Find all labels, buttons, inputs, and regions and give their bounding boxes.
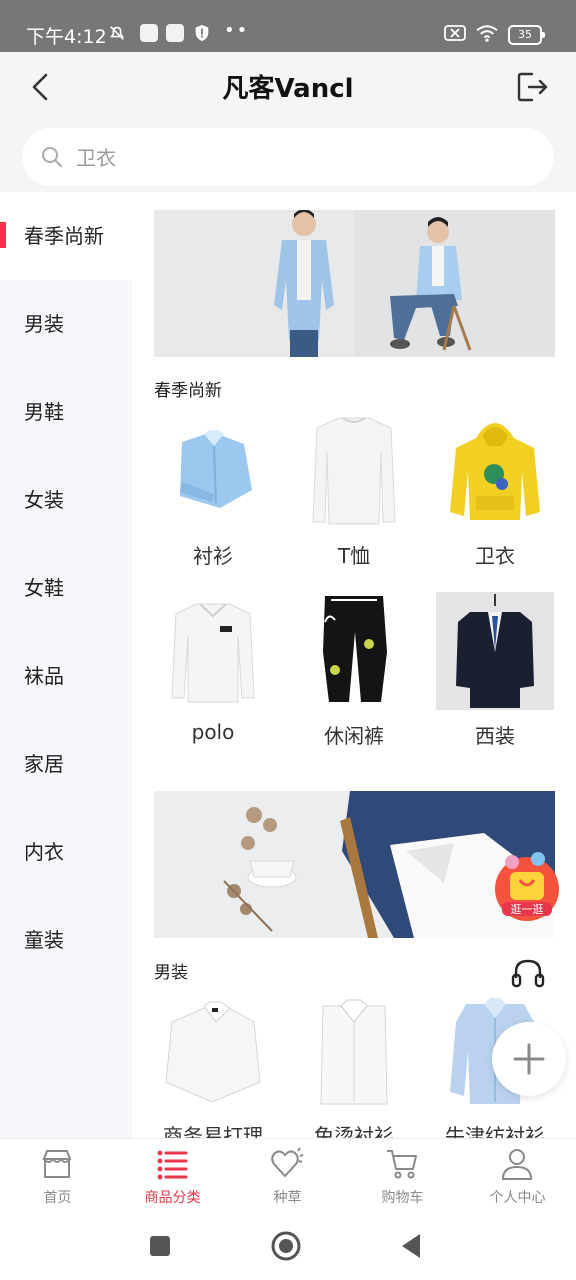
product-image (171, 603, 255, 703)
product-item[interactable]: 西装 (436, 592, 554, 752)
battery-icon: 35 (508, 25, 545, 45)
product-label: T恤 (337, 544, 371, 568)
product-item[interactable]: 卫衣 (436, 412, 554, 572)
product-image (323, 596, 387, 702)
shield-icon (195, 24, 209, 42)
add-button[interactable] (492, 1022, 566, 1096)
more-dots-icon: •• (224, 20, 250, 41)
nav-item-cart[interactable]: 购物车 (345, 1139, 460, 1217)
sidebar-item-socks[interactable]: 袜品 (0, 632, 132, 720)
section-title: 春季尚新 (154, 381, 222, 401)
bottom-nav: 首页 商品分类 种草 购物车 个人中心 (0, 1138, 576, 1217)
product-item[interactable]: 休闲裤 (295, 592, 413, 752)
product-image (165, 1001, 261, 1103)
nav-label: 种草 (273, 1190, 302, 1206)
nav-item-categories[interactable]: 商品分类 (115, 1139, 230, 1217)
product-image (320, 999, 388, 1105)
spring-banner[interactable] (154, 210, 555, 357)
notification-icon (140, 24, 158, 42)
mute-icon (110, 26, 124, 40)
status-bar: 下午4:12 •• 35 (0, 0, 576, 52)
search-bar[interactable] (22, 128, 554, 186)
nav-label: 购物车 (381, 1190, 424, 1206)
product-label: polo (191, 720, 235, 744)
product-label: 商务易打理 (163, 1124, 263, 1138)
headset-icon[interactable] (510, 958, 546, 990)
status-time: 下午4:12 (26, 26, 107, 48)
product-label: 免烫衬衫 (314, 1124, 394, 1138)
shopping-bag-icon: 逛一逛 (495, 852, 559, 921)
sidebar-item-womens-shoes[interactable]: 女鞋 (0, 544, 132, 632)
battery-level: 35 (518, 28, 532, 41)
product-label: 牛津纺衬衫 (445, 1124, 545, 1138)
person-icon (501, 1149, 533, 1180)
nav-item-home[interactable]: 首页 (0, 1139, 115, 1217)
sidebar-item-womenswear[interactable]: 女装 (0, 456, 132, 544)
category-sidebar: 春季尚新 男装 男鞋 女装 女鞋 袜品 家居 内衣 童装 (0, 192, 132, 1138)
page-title: 凡客Vancl (222, 74, 354, 104)
nav-item-profile[interactable]: 个人中心 (460, 1139, 575, 1217)
search-icon (42, 147, 62, 167)
nav-label: 首页 (43, 1190, 72, 1206)
product-item[interactable]: 免烫衬衫 (295, 992, 413, 1138)
wifi-icon (476, 25, 498, 42)
nav-label: 个人中心 (489, 1190, 546, 1206)
sidebar-item-menswear[interactable]: 男装 (0, 280, 132, 368)
badge-label: 逛一逛 (511, 903, 544, 916)
home-icon[interactable] (270, 1230, 302, 1262)
sim-disabled-icon (444, 25, 466, 41)
product-image (312, 417, 396, 525)
exit-icon[interactable] (516, 70, 550, 104)
list-icon (157, 1150, 188, 1180)
product-item[interactable]: 商务易打理 (154, 992, 272, 1138)
recent-apps-icon[interactable] (148, 1234, 172, 1258)
section-title: 男装 (154, 963, 188, 983)
product-image (180, 430, 252, 508)
product-item[interactable]: T恤 (295, 412, 413, 572)
search-input[interactable] (74, 140, 528, 176)
product-item[interactable]: polo (154, 592, 272, 752)
sidebar-item-spring-new[interactable]: 春季尚新 (0, 192, 132, 280)
notification-icon (166, 24, 184, 42)
heart-icon (271, 1147, 304, 1178)
product-image (436, 592, 554, 710)
app-header: 凡客Vancl (0, 52, 576, 192)
category-content: 春季尚新 衬衫 T恤 卫衣 polo 休闲裤 西装 男装 商务易打理 免烫衬衫 … (132, 192, 576, 1138)
product-label: 休闲裤 (324, 724, 384, 748)
product-label: 卫衣 (475, 544, 515, 568)
product-label: 衬衫 (193, 544, 233, 568)
product-item[interactable]: 衬衫 (154, 412, 272, 572)
sidebar-item-mens-shoes[interactable]: 男鞋 (0, 368, 132, 456)
browse-badge[interactable]: 逛一逛 (492, 852, 562, 922)
back-nav-icon[interactable] (398, 1232, 424, 1260)
sidebar-item-underwear[interactable]: 内衣 (0, 808, 132, 896)
sidebar-item-kids[interactable]: 童装 (0, 896, 132, 984)
product-image (450, 423, 540, 520)
product-label: 西装 (475, 724, 515, 748)
cart-icon (387, 1150, 417, 1179)
nav-item-grass[interactable]: 种草 (230, 1139, 345, 1217)
system-nav-bar (0, 1216, 576, 1280)
sidebar-item-home[interactable]: 家居 (0, 720, 132, 808)
banner-image (154, 210, 555, 357)
plus-icon (513, 1043, 545, 1075)
nav-label: 商品分类 (144, 1190, 201, 1206)
store-icon (42, 1150, 72, 1178)
